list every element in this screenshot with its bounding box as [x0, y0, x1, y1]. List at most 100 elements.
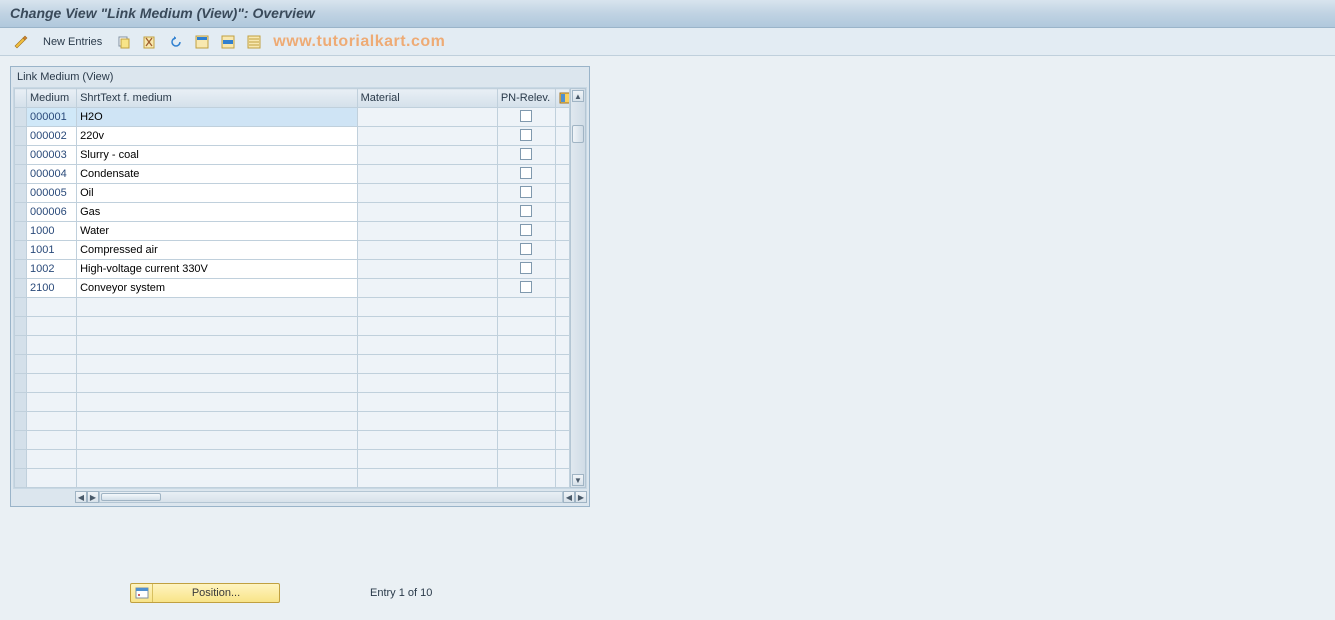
cell-shrttext[interactable]: 220v [77, 127, 358, 146]
row-selector[interactable] [15, 355, 27, 374]
position-button[interactable]: Position... [130, 583, 280, 603]
row-selector[interactable] [15, 412, 27, 431]
row-selector[interactable] [15, 241, 27, 260]
cell-material[interactable] [357, 393, 497, 412]
cell-medium[interactable]: 000006 [27, 203, 77, 222]
row-selector[interactable] [15, 431, 27, 450]
cell-pn-relev[interactable] [497, 431, 555, 450]
cell-medium[interactable]: 000005 [27, 184, 77, 203]
cell-pn-relev[interactable] [497, 279, 555, 298]
cell-pn-relev[interactable] [497, 317, 555, 336]
cell-medium[interactable]: 1001 [27, 241, 77, 260]
cell-material[interactable] [357, 146, 497, 165]
cell-medium[interactable]: 000003 [27, 146, 77, 165]
cell-medium[interactable] [27, 374, 77, 393]
cell-pn-relev[interactable] [497, 412, 555, 431]
cell-medium[interactable]: 1000 [27, 222, 77, 241]
cell-pn-relev[interactable] [497, 298, 555, 317]
cell-medium[interactable]: 000004 [27, 165, 77, 184]
cell-shrttext[interactable] [77, 317, 358, 336]
cell-material[interactable] [357, 374, 497, 393]
cell-shrttext[interactable]: Conveyor system [77, 279, 358, 298]
cell-medium[interactable]: 1002 [27, 260, 77, 279]
checkbox[interactable] [520, 281, 532, 293]
cell-pn-relev[interactable] [497, 146, 555, 165]
cell-pn-relev[interactable] [497, 165, 555, 184]
cell-pn-relev[interactable] [497, 469, 555, 488]
cell-medium[interactable] [27, 336, 77, 355]
checkbox[interactable] [520, 167, 532, 179]
cell-shrttext[interactable] [77, 412, 358, 431]
checkbox[interactable] [520, 148, 532, 160]
row-selector[interactable] [15, 393, 27, 412]
cell-material[interactable] [357, 127, 497, 146]
deselect-all-icon[interactable] [243, 32, 265, 52]
col-medium[interactable]: Medium [27, 89, 77, 108]
cell-medium[interactable] [27, 469, 77, 488]
row-selector[interactable] [15, 146, 27, 165]
scroll-left-end-icon[interactable]: ◀ [563, 491, 575, 503]
cell-material[interactable] [357, 431, 497, 450]
cell-shrttext[interactable]: Condensate [77, 165, 358, 184]
cell-material[interactable] [357, 279, 497, 298]
checkbox[interactable] [520, 186, 532, 198]
cell-shrttext[interactable]: High-voltage current 330V [77, 260, 358, 279]
cell-shrttext[interactable]: Compressed air [77, 241, 358, 260]
cell-pn-relev[interactable] [497, 355, 555, 374]
cell-pn-relev[interactable] [497, 127, 555, 146]
copy-icon[interactable] [113, 32, 135, 52]
col-pn-relev[interactable]: PN-Relev. [497, 89, 555, 108]
cell-medium[interactable] [27, 450, 77, 469]
cell-material[interactable] [357, 184, 497, 203]
cell-material[interactable] [357, 317, 497, 336]
hscroll-thumb[interactable] [101, 493, 161, 501]
scroll-left-icon[interactable]: ◀ [75, 491, 87, 503]
row-selector[interactable] [15, 203, 27, 222]
cell-shrttext[interactable]: Water [77, 222, 358, 241]
select-all-icon[interactable] [191, 32, 213, 52]
checkbox[interactable] [520, 110, 532, 122]
row-selector[interactable] [15, 222, 27, 241]
row-selector[interactable] [15, 108, 27, 127]
scroll-up-icon[interactable]: ▲ [572, 90, 584, 102]
scroll-down-icon[interactable]: ▼ [572, 474, 584, 486]
cell-medium[interactable] [27, 431, 77, 450]
cell-shrttext[interactable] [77, 355, 358, 374]
col-shrttext[interactable]: ShrtText f. medium [77, 89, 358, 108]
select-block-icon[interactable] [217, 32, 239, 52]
cell-material[interactable] [357, 469, 497, 488]
cell-material[interactable] [357, 241, 497, 260]
table-settings-icon[interactable] [559, 92, 570, 104]
row-selector[interactable] [15, 469, 27, 488]
cell-material[interactable] [357, 260, 497, 279]
row-selector[interactable] [15, 184, 27, 203]
row-selector[interactable] [15, 279, 27, 298]
horizontal-scrollbar[interactable]: ◀ ▶ ◀ ▶ [13, 490, 587, 504]
cell-material[interactable] [357, 450, 497, 469]
cell-shrttext[interactable]: Gas [77, 203, 358, 222]
checkbox[interactable] [520, 129, 532, 141]
row-selector[interactable] [15, 298, 27, 317]
row-selector[interactable] [15, 374, 27, 393]
cell-pn-relev[interactable] [497, 241, 555, 260]
row-selector[interactable] [15, 336, 27, 355]
col-selector[interactable] [15, 89, 27, 108]
cell-shrttext[interactable] [77, 374, 358, 393]
checkbox[interactable] [520, 205, 532, 217]
cell-pn-relev[interactable] [497, 374, 555, 393]
cell-medium[interactable] [27, 298, 77, 317]
cell-material[interactable] [357, 203, 497, 222]
cell-material[interactable] [357, 412, 497, 431]
cell-medium[interactable]: 000001 [27, 108, 77, 127]
cell-pn-relev[interactable] [497, 260, 555, 279]
checkbox[interactable] [520, 243, 532, 255]
col-material[interactable]: Material [357, 89, 497, 108]
cell-shrttext[interactable] [77, 393, 358, 412]
cell-shrttext[interactable] [77, 336, 358, 355]
col-config[interactable] [555, 89, 569, 108]
vscroll-thumb[interactable] [572, 125, 584, 143]
cell-medium[interactable]: 2100 [27, 279, 77, 298]
row-selector[interactable] [15, 260, 27, 279]
cell-material[interactable] [357, 298, 497, 317]
cell-medium[interactable] [27, 317, 77, 336]
